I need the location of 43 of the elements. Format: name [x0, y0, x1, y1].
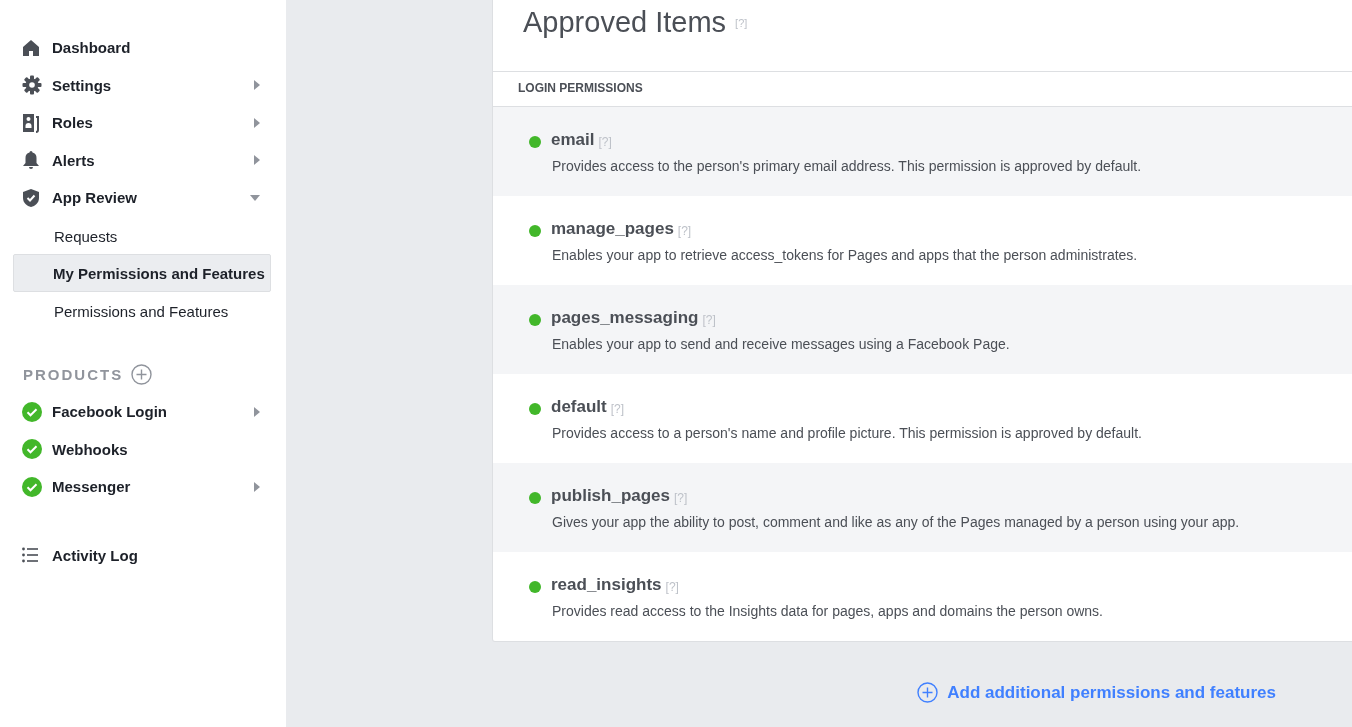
status-dot: [529, 135, 541, 148]
permission-description: Enables your app to retrieve access_tokens for Pages and apps that the person administrates.: [552, 247, 1139, 263]
permission-description: Enables your app to send and receive messages using a Facebook Page.: [552, 336, 1011, 352]
sidebar-item[interactable]: Dashboard: [0, 29, 286, 67]
check-circle-icon: [22, 439, 42, 460]
sidebar-item[interactable]: Messenger: [0, 468, 286, 506]
status-dot: [529, 224, 541, 237]
sidebar-item[interactable]: Roles: [0, 104, 286, 142]
permission-name: publish_pages: [551, 486, 671, 506]
bell-icon: [22, 150, 40, 171]
settings-icon: [22, 75, 42, 96]
check-circle-icon: [22, 401, 42, 422]
add-icon[interactable]: [131, 363, 153, 385]
home-icon: [22, 38, 40, 57]
sidebar-item[interactable]: App Review: [0, 179, 286, 217]
status-dot: [529, 313, 541, 326]
sidebar-item[interactable]: Alerts: [0, 141, 286, 179]
shield-check-icon: [22, 187, 40, 208]
section-heading: PRODUCTS: [23, 365, 124, 383]
sidebar-item[interactable]: Activity Log: [0, 536, 286, 574]
status-dot: [529, 580, 541, 593]
sidebar-subitem[interactable]: Requests: [13, 216, 271, 254]
permission-name: default: [551, 397, 607, 417]
check-circle-icon: [22, 476, 42, 497]
permission-description: Provides access to a person's name and profile picture. This permission is approved by default.: [552, 425, 1143, 441]
permission-name: pages_messaging: [551, 308, 699, 328]
permission-name: manage_pages: [551, 219, 674, 239]
status-dot: [529, 402, 541, 415]
status-dot: [529, 491, 541, 504]
id-badge-icon: [22, 112, 40, 133]
sidebar-item[interactable]: Webhooks: [0, 430, 286, 468]
permission-name: email: [551, 130, 595, 150]
list-icon: [22, 547, 38, 564]
permission-description: Provides access to the person's primary email address. This permission is approved by default.: [552, 158, 1143, 174]
add-icon: [917, 682, 939, 703]
sidebar-subitem[interactable]: Permissions and Features: [13, 291, 271, 329]
sidebar-item[interactable]: Settings: [0, 66, 286, 104]
sidebar-item[interactable]: Facebook Login: [0, 393, 286, 431]
permission-name: read_insights: [551, 575, 662, 595]
permission-description: Gives your app the ability to post, comment and like as any of the Pages managed by a person using your app.: [552, 514, 1241, 530]
page-title: Approved Items: [523, 6, 727, 39]
permission-description: Provides read access to the Insights data for pages, apps and domains the person owns.: [552, 603, 1104, 619]
sidebar-subitem[interactable]: My Permissions and Features: [13, 254, 271, 292]
